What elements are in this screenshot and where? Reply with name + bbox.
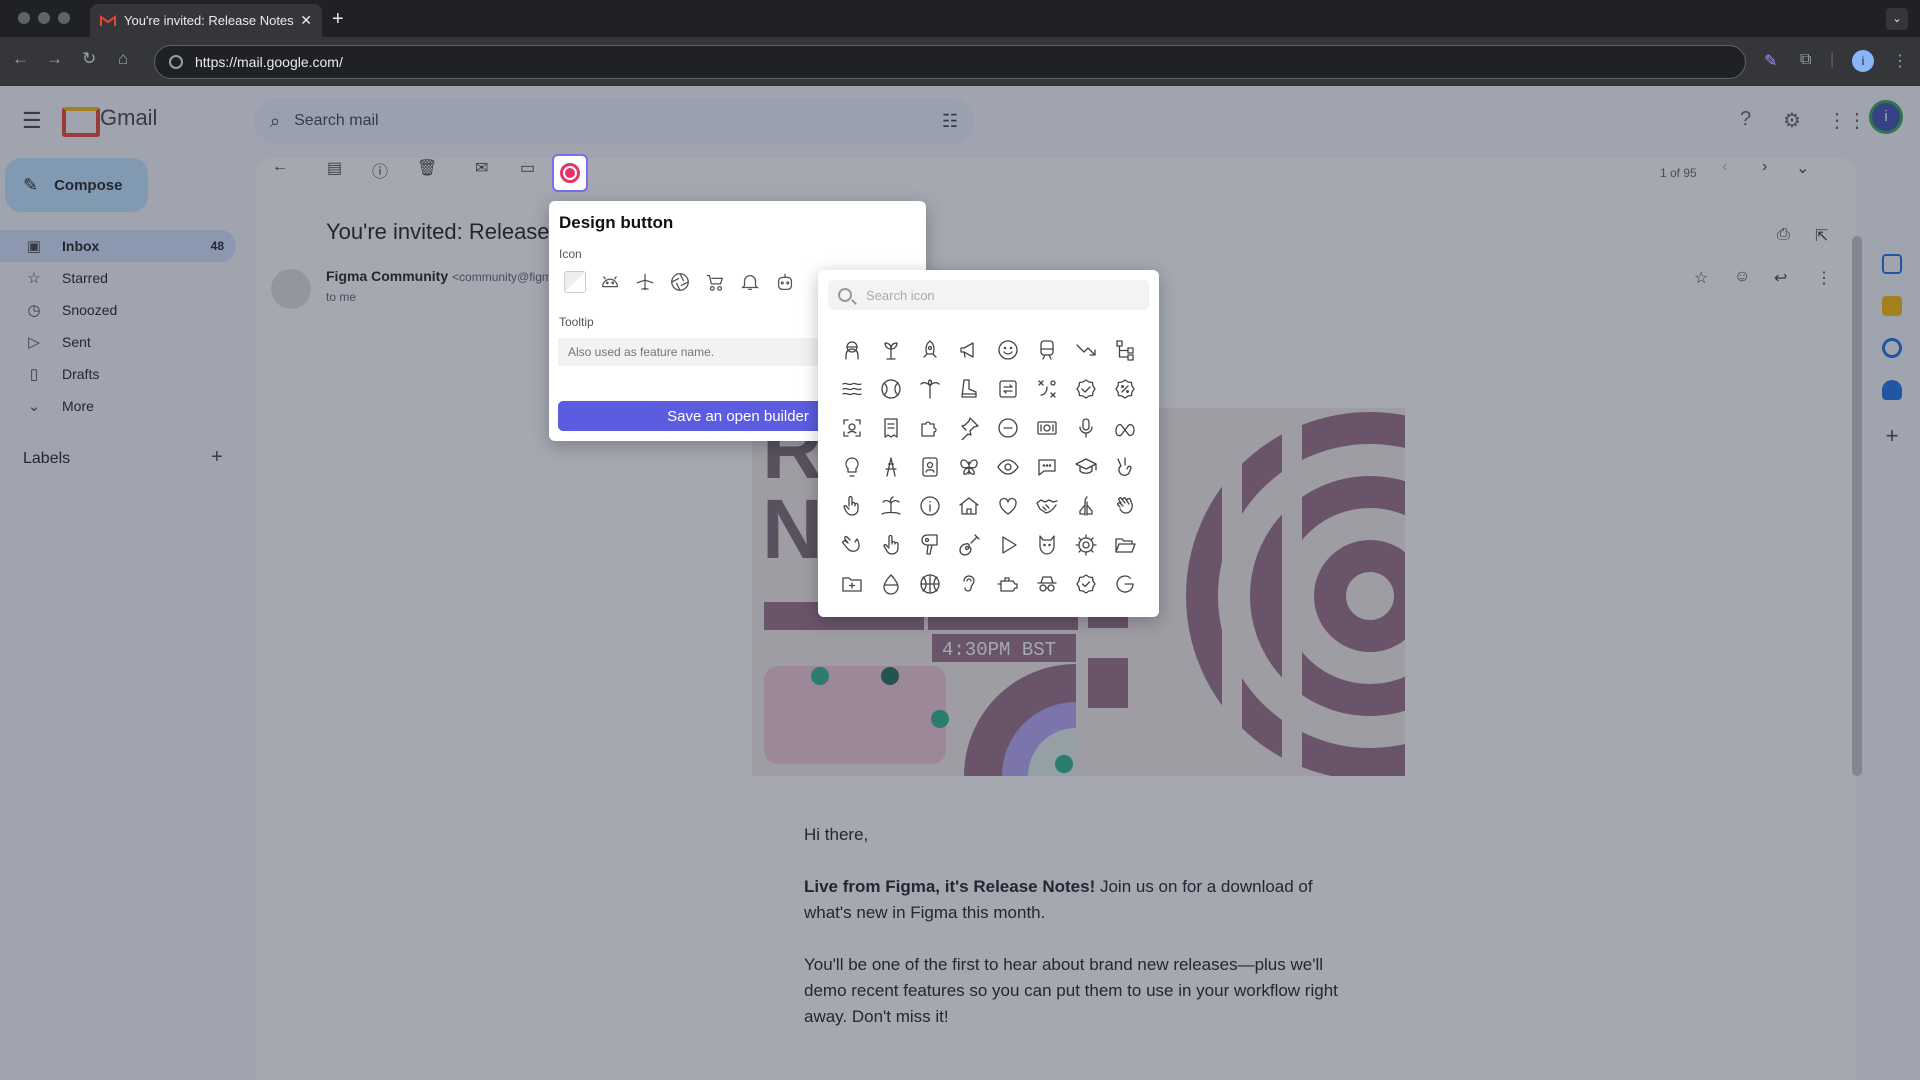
rocket-icon[interactable] [910,330,949,369]
panel-title: Design button [559,213,674,232]
cash-icon[interactable] [1027,408,1066,447]
tab-title: You're invited: Release Notes [124,13,294,28]
graduation-cap-icon[interactable] [1066,447,1105,486]
back-button[interactable]: ← [12,49,29,69]
discount-icon[interactable] [1105,369,1144,408]
meta-icon[interactable] [1105,408,1144,447]
hair-dryer-icon[interactable] [910,525,949,564]
island-icon[interactable] [871,486,910,525]
reload-button[interactable]: ↻ [82,49,96,69]
strategy-icon[interactable] [1027,369,1066,408]
address-bar[interactable]: https://mail.google.com/ [154,45,1746,79]
palm-tree-icon[interactable] [910,369,949,408]
heart-icon[interactable] [988,486,1027,525]
play-icon[interactable] [988,525,1027,564]
bulb-icon[interactable] [832,447,871,486]
eye-icon[interactable] [988,447,1027,486]
puzzle-icon[interactable] [910,408,949,447]
basketball-icon[interactable] [910,564,949,603]
bell-icon[interactable] [732,267,767,297]
engine-icon[interactable] [988,564,1027,603]
victory-hand-icon[interactable] [1105,447,1144,486]
folder-plus-icon[interactable] [832,564,871,603]
gmail-favicon-icon [100,14,116,26]
badge-check-icon[interactable] [1066,369,1105,408]
smile-icon[interactable] [988,330,1027,369]
browser-tab-bar: You're invited: Release Notes ✕ + ⌄ [0,0,1920,37]
megaphone-icon[interactable] [949,330,988,369]
clap-icon[interactable] [832,525,871,564]
icon-picker-popover: Search icon [818,270,1159,617]
minimize-window-button[interactable] [38,12,50,24]
verified-icon[interactable] [1066,564,1105,603]
tennis-ball-icon[interactable] [871,369,910,408]
home-icon[interactable] [949,486,988,525]
browser-toolbar: ← → ↻ ⌂ https://mail.google.com/ ✎ ⧉ | i… [0,37,1920,86]
pin-icon[interactable] [949,408,988,447]
microphone-icon[interactable] [1066,408,1105,447]
extension-icon[interactable]: ✎ [1764,51,1777,71]
chat-icon[interactable] [1027,447,1066,486]
minus-circle-icon[interactable] [988,408,1027,447]
folder-open-icon[interactable] [1105,525,1144,564]
drop-icon[interactable] [871,564,910,603]
record-icon [560,163,580,183]
icon-grid [832,330,1144,603]
search-icon [838,288,852,302]
icon-label: Icon [559,247,582,261]
train-icon[interactable] [1027,330,1066,369]
robot-icon[interactable] [767,267,802,297]
home-button[interactable]: ⌂ [118,49,128,69]
android-icon[interactable] [592,267,627,297]
icon-search-placeholder: Search icon [866,287,935,303]
browser-profile-avatar[interactable]: i [1852,50,1874,72]
forward-button[interactable]: → [46,49,63,69]
pointer-hand-icon[interactable] [871,525,910,564]
aperture-icon[interactable] [662,267,697,297]
new-tab-button[interactable]: + [332,8,344,31]
incognito-icon[interactable] [1027,564,1066,603]
wave-hand-icon[interactable] [1105,486,1144,525]
handshake-icon[interactable] [1027,486,1066,525]
swap-icon[interactable] [988,369,1027,408]
info-circle-icon[interactable] [910,486,949,525]
gear-icon[interactable] [1066,525,1105,564]
ear-icon[interactable] [949,564,988,603]
receipt-icon[interactable] [871,408,910,447]
pray-icon[interactable] [1066,486,1105,525]
guitar-icon[interactable] [949,525,988,564]
tooltip-label: Tooltip [559,315,594,329]
cat-icon[interactable] [1027,525,1066,564]
url-text: https://mail.google.com/ [195,54,343,70]
browser-menu-icon[interactable]: ⋮ [1892,51,1908,71]
astronaut-icon[interactable] [832,330,871,369]
hand-up-icon[interactable] [832,486,871,525]
scan-face-icon[interactable] [832,408,871,447]
tab-search-button[interactable]: ⌄ [1886,8,1908,30]
empty-icon[interactable] [557,267,592,297]
hierarchy-icon[interactable] [1105,330,1144,369]
waves-icon[interactable] [832,369,871,408]
contact-book-icon[interactable] [910,447,949,486]
boot-icon[interactable] [949,369,988,408]
butterfly-icon[interactable] [949,447,988,486]
close-window-button[interactable] [18,12,30,24]
plant-icon[interactable] [871,330,910,369]
baby-carriage-icon[interactable] [697,267,732,297]
toolbar-divider: | [1830,51,1835,68]
airplane-icon[interactable] [627,267,662,297]
site-info-icon[interactable] [169,55,183,69]
extensions-puzzle-icon[interactable]: ⧉ [1800,51,1811,69]
tower-icon[interactable] [871,447,910,486]
close-tab-icon[interactable]: ✕ [300,12,312,29]
icon-selector-row [557,267,802,297]
maximize-window-button[interactable] [58,12,70,24]
design-button-trigger[interactable] [552,154,588,192]
google-icon[interactable] [1105,564,1144,603]
trend-down-icon[interactable] [1066,330,1105,369]
browser-tab[interactable]: You're invited: Release Notes ✕ [90,4,322,37]
icon-search-input[interactable]: Search icon [828,280,1149,310]
